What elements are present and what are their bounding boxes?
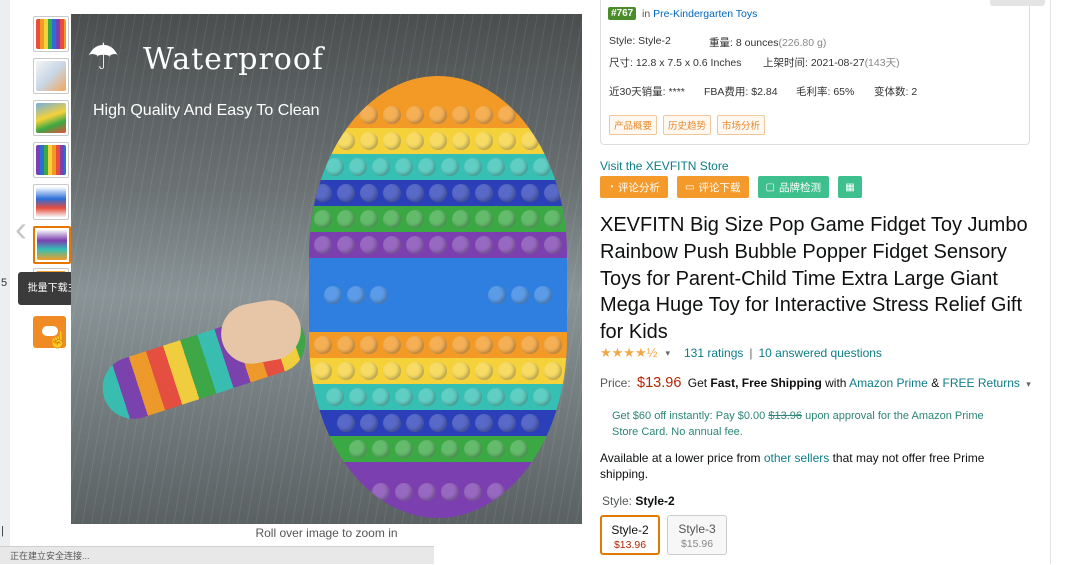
price: $13.96 bbox=[637, 375, 682, 391]
rank-category[interactable]: in Pre-Kindergarten Toys bbox=[642, 8, 757, 20]
comment-icon: ▭ bbox=[685, 181, 695, 193]
calculator-button[interactable]: ▦ bbox=[837, 176, 862, 198]
chevron-down-icon[interactable]: ▾ bbox=[665, 348, 670, 359]
chevron-down-icon[interactable]: ▾ bbox=[1026, 379, 1031, 389]
thumbnail[interactable] bbox=[33, 16, 69, 52]
free-returns-link[interactable]: FREE Returns bbox=[943, 376, 1020, 390]
tab-history-trend[interactable]: 历史趋势 bbox=[663, 115, 712, 135]
left-edge-strip: 5 | bbox=[0, 0, 10, 564]
prime-card-promo[interactable]: Get $60 off instantly: Pay $0.00 $13.96 … bbox=[612, 408, 1002, 440]
star-rating-icon[interactable]: ★★★★½ bbox=[600, 345, 657, 361]
umbrella-icon: ☂ bbox=[87, 36, 120, 77]
review-analysis-button[interactable]: ◔ 评论分析 bbox=[600, 176, 669, 198]
prime-link[interactable]: Amazon Prime bbox=[849, 376, 928, 390]
image-heading: Waterproof bbox=[143, 42, 325, 77]
hand-cursor-icon: ☝ bbox=[48, 332, 68, 349]
thumbnail[interactable] bbox=[33, 100, 69, 136]
style-option-selected[interactable]: Style-2 $13.96 bbox=[600, 515, 660, 555]
listed-row: 上架时间: 2021-08-27(143天) bbox=[763, 57, 900, 69]
tab-market-analysis[interactable]: 市场分析 bbox=[717, 115, 766, 135]
style-option[interactable]: Style-3 $15.96 bbox=[667, 515, 727, 555]
pop-it-board bbox=[309, 76, 567, 518]
rating-row: ★★★★½ ▾ 131 ratings | 10 answered questi… bbox=[600, 345, 882, 361]
zoom-hint: Roll over image to zoom in bbox=[255, 526, 398, 540]
thumbnail[interactable] bbox=[33, 58, 69, 94]
edge-char-top: 5 bbox=[1, 277, 8, 289]
batch-download-button[interactable]: ☝ bbox=[33, 316, 68, 349]
brand-check-button[interactable]: ▢ 品牌检测 bbox=[757, 176, 829, 198]
thumbnail[interactable] bbox=[33, 142, 69, 178]
questions-link[interactable]: 10 answered questions bbox=[759, 346, 882, 360]
calculator-icon: ▦ bbox=[845, 181, 855, 193]
pie-chart-icon: ◔ bbox=[608, 181, 615, 193]
rank-badge: #767 bbox=[608, 7, 637, 20]
store-link[interactable]: Visit the XEVFITN Store bbox=[600, 159, 729, 173]
style-row: Style: Style-2 bbox=[609, 35, 671, 47]
tab-product-summary[interactable]: 产品概要 bbox=[609, 115, 658, 135]
size-row: 尺寸: 12.8 x 7.5 x 0.6 Inches bbox=[609, 57, 742, 69]
seller-tool-panel: #767 in Pre-Kindergarten Toys Style: Sty… bbox=[600, 0, 1030, 145]
other-sellers-link[interactable]: other sellers bbox=[764, 451, 829, 465]
edge-char-bottom: | bbox=[1, 525, 4, 537]
lower-price-notice: Available at a lower price from other se… bbox=[600, 451, 985, 481]
top-right-tab[interactable] bbox=[990, 0, 1045, 6]
price-row: Price: $13.96 Get Fast, Free Shipping wi… bbox=[600, 375, 1031, 391]
square-icon: ▢ bbox=[765, 181, 775, 193]
panel-tabs: 产品概要 历史趋势 市场分析 bbox=[609, 115, 766, 135]
review-download-button[interactable]: ▭ 评论下载 bbox=[677, 176, 749, 198]
style-selector-label: Style: Style-2 bbox=[602, 494, 675, 508]
ratings-link[interactable]: 131 ratings bbox=[684, 346, 743, 360]
margin-row: 毛利率: 65% bbox=[796, 86, 855, 98]
main-product-image[interactable]: ☂ Waterproof High Quality And Easy To Cl… bbox=[71, 14, 582, 524]
chevron-left-icon[interactable]: ‹ bbox=[15, 211, 45, 247]
product-title: XEVFITN Big Size Pop Game Fidget Toy Jum… bbox=[600, 214, 1028, 344]
extension-toolbar: ◔ 评论分析 ▭ 评论下载 ▢ 品牌检测 ▦ bbox=[600, 176, 862, 198]
variants-row: 变体数: 2 bbox=[874, 86, 918, 98]
image-subheading: High Quality And Easy To Clean bbox=[93, 102, 320, 119]
divider bbox=[1050, 0, 1051, 564]
fba-row: FBA费用: $2.84 bbox=[704, 86, 778, 98]
weight-row: 重量: 8 ounces(226.80 g) bbox=[709, 37, 827, 49]
sales-row: 近30天销量: **** bbox=[609, 86, 685, 98]
browser-status-bar: 正在建立安全连接... bbox=[0, 546, 434, 564]
